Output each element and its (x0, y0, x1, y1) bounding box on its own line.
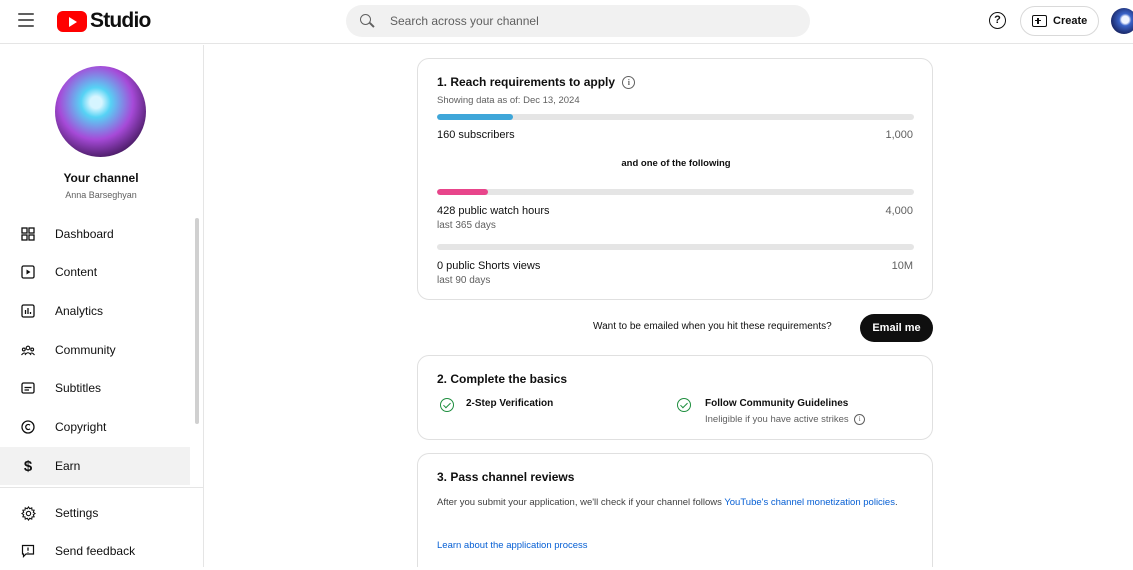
account-avatar[interactable] (1111, 8, 1133, 34)
sidebar-item-label: Settings (55, 506, 99, 520)
earn-icon: $ (23, 457, 33, 475)
subtitles-icon (20, 380, 36, 396)
sidebar-item-community[interactable]: Community (0, 331, 190, 369)
reviews-title: 3. Pass channel reviews (437, 470, 575, 484)
sidebar-item-label: Send feedback (55, 544, 136, 558)
guidelines-note: Ineligible if you have active strikes i (705, 414, 866, 426)
sidebar-item-label: Community (55, 343, 116, 357)
sidebar-item-label: Dashboard (55, 227, 114, 241)
menu-icon[interactable] (18, 13, 34, 27)
search-icon[interactable] (360, 14, 374, 28)
info-icon[interactable]: i (854, 414, 866, 425)
subscribers-label: 160 subscribers (437, 129, 515, 141)
sidebar-item-label: Analytics (55, 304, 104, 318)
sidebar-item-label: Earn (55, 459, 81, 473)
analytics-icon (20, 303, 36, 319)
watch-hours-period: last 365 days (437, 220, 496, 231)
studio-logo[interactable]: Studio (57, 9, 151, 33)
reviews-card: 3. Pass channel reviews After you submit… (417, 453, 933, 567)
requirements-card: 1. Reach requirements to apply i Showing… (417, 58, 933, 300)
sidebar-item-subtitles[interactable]: Subtitles (0, 369, 190, 407)
subscribers-target: 1,000 (885, 129, 913, 141)
sidebar-item-copyright[interactable]: Copyright (0, 408, 190, 446)
two-step-verification: 2-Step Verification (466, 398, 554, 409)
email-me-button[interactable]: Email me (860, 314, 933, 342)
sidebar-item-label: Subtitles (55, 381, 102, 395)
shorts-views-label: 0 public Shorts views (437, 260, 541, 272)
check-circle-icon (440, 398, 454, 412)
community-icon (20, 342, 36, 358)
basics-card: 2. Complete the basics 2-Step Verificati… (417, 355, 933, 440)
sidebar-item-settings[interactable]: Settings (0, 494, 190, 532)
sidebar-item-content[interactable]: Content (0, 253, 190, 291)
sidebar-divider (0, 487, 203, 488)
logo-text: Studio (90, 9, 151, 32)
separator-text: and one of the following (621, 158, 731, 169)
settings-icon (20, 505, 36, 521)
search-input[interactable] (390, 14, 770, 28)
monetization-policies-link[interactable]: YouTube's channel monetization policies (724, 497, 895, 508)
top-bar: Studio ? Create (0, 0, 1133, 44)
watch-hours-progress-fill (437, 189, 489, 195)
watch-hours-label: 428 public watch hours (437, 205, 550, 217)
youtube-play-icon (57, 10, 87, 32)
shorts-views-target: 10M (891, 260, 913, 272)
reviews-text: After you submit your application, we'll… (437, 497, 725, 508)
info-icon[interactable]: i (622, 76, 636, 90)
watch-hours-progress-bar (437, 189, 914, 195)
shorts-views-progress-bar (437, 244, 914, 250)
sidebar-item-label: Copyright (55, 420, 107, 434)
copyright-icon (20, 419, 36, 435)
create-label: Create (1053, 15, 1088, 27)
community-guidelines: Follow Community Guidelines (705, 398, 849, 409)
dashboard-icon (20, 226, 36, 242)
sidebar: Your channel Anna Barseghyan Dashboard C… (0, 45, 204, 567)
search-bar[interactable] (346, 5, 810, 37)
reviews-description: After you submit your application, we'll… (437, 495, 917, 510)
reviews-text-suffix: . (894, 497, 898, 508)
basics-title: 2. Complete the basics (437, 372, 568, 386)
sidebar-item-label: Content (55, 265, 98, 279)
channel-title: Your channel (63, 171, 139, 185)
content-icon (20, 264, 36, 280)
help-icon[interactable]: ? (989, 12, 1006, 29)
subscribers-progress-bar (437, 114, 914, 120)
sidebar-item-send-feedback[interactable]: Send feedback (0, 532, 190, 570)
application-process-link[interactable]: Learn about the application process (437, 540, 588, 551)
sidebar-scrollbar[interactable] (195, 218, 199, 424)
requirements-title-text: 1. Reach requirements to apply (437, 75, 616, 89)
requirements-title: 1. Reach requirements to apply i (437, 75, 636, 90)
data-as-of: Showing data as of: Dec 13, 2024 (437, 95, 580, 106)
sidebar-item-analytics[interactable]: Analytics (0, 292, 190, 330)
watch-hours-target: 4,000 (885, 205, 913, 217)
channel-owner-name: Anna Barseghyan (65, 190, 137, 200)
create-video-icon (1032, 15, 1047, 27)
sidebar-item-earn[interactable]: $ Earn (0, 447, 190, 485)
subscribers-progress-fill (437, 114, 514, 120)
email-prompt: Want to be emailed when you hit these re… (593, 321, 832, 332)
sidebar-item-dashboard[interactable]: Dashboard (0, 215, 190, 253)
guidelines-note-text: Ineligible if you have active strikes (705, 414, 849, 426)
shorts-views-period: last 90 days (437, 275, 491, 286)
create-button[interactable]: Create (1020, 6, 1099, 36)
feedback-icon (20, 543, 36, 559)
channel-avatar[interactable] (55, 66, 146, 157)
check-circle-icon (677, 398, 691, 412)
